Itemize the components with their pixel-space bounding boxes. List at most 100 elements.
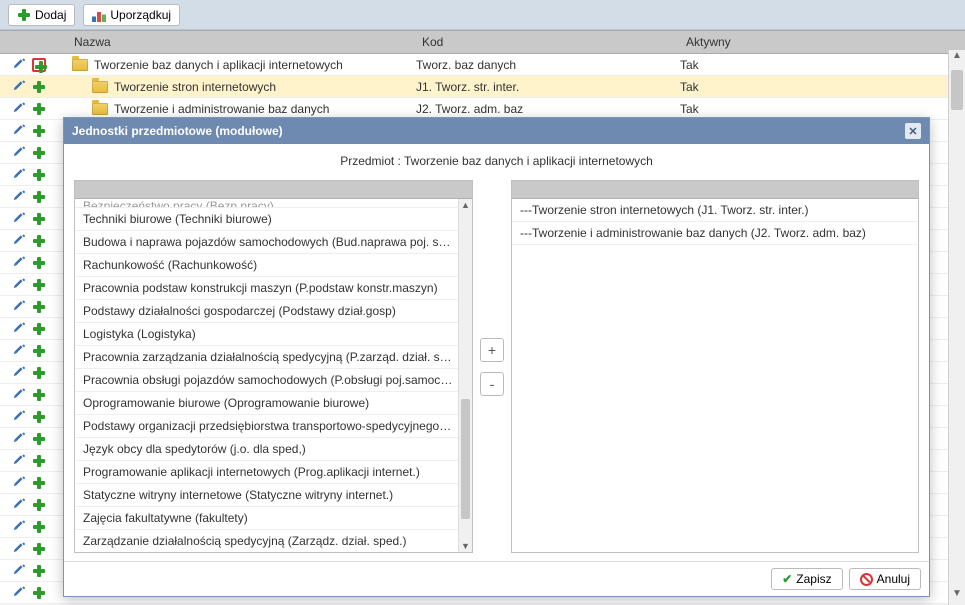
edit-icon[interactable] [12, 542, 26, 556]
edit-icon[interactable] [12, 80, 26, 94]
selected-list-header [512, 181, 918, 199]
scroll-down-icon[interactable]: ▼ [949, 588, 965, 605]
scroll-up-icon[interactable]: ▲ [459, 200, 472, 210]
edit-icon[interactable] [12, 300, 26, 314]
add-icon[interactable] [32, 498, 46, 512]
list-item[interactable]: Pracownia podstaw konstrukcji maszyn (P.… [75, 277, 472, 300]
edit-icon[interactable] [12, 520, 26, 534]
add-icon[interactable] [32, 410, 46, 424]
scroll-down-icon[interactable]: ▼ [459, 541, 472, 551]
add-icon[interactable] [32, 322, 46, 336]
edit-icon[interactable] [12, 234, 26, 248]
list-item[interactable]: Rachunkowość (Rachunkowość) [75, 254, 472, 277]
add-icon[interactable] [32, 520, 46, 534]
scroll-thumb[interactable] [461, 399, 470, 519]
cell-active: Tak [680, 80, 965, 94]
edit-icon[interactable] [12, 344, 26, 358]
list-item[interactable]: ---Tworzenie i administrowanie baz danyc… [512, 222, 918, 245]
edit-icon[interactable] [12, 168, 26, 182]
edit-icon[interactable] [12, 454, 26, 468]
add-icon[interactable] [32, 146, 46, 160]
modal-titlebar[interactable]: Jednostki przedmiotowe (modułowe) ✕ [64, 118, 929, 144]
modal-body: Bezpieczeństwo pracy (Bezp.pracy)Technik… [64, 180, 929, 561]
col-code[interactable]: Kod [416, 31, 680, 53]
list-item[interactable]: Budowa i naprawa pojazdów samochodowych … [75, 231, 472, 254]
list-item[interactable]: Oprogramowanie biurowe (Oprogramowanie b… [75, 392, 472, 415]
cell-active: Tak [680, 58, 965, 72]
row-name-text: Tworzenie stron internetowych [114, 80, 276, 94]
table-row[interactable]: Tworzenie baz danych i aplikacji interne… [0, 54, 965, 76]
add-icon[interactable] [32, 432, 46, 446]
add-icon[interactable] [32, 234, 46, 248]
edit-icon[interactable] [12, 146, 26, 160]
add-icon[interactable] [32, 564, 46, 578]
selected-items: ---Tworzenie stron internetowych (J1. Tw… [512, 199, 918, 552]
remove-item-button[interactable]: - [480, 372, 504, 396]
list-item[interactable]: Zarządzanie działalnością spedycyjną (Za… [75, 530, 472, 552]
add-icon[interactable] [32, 212, 46, 226]
save-button[interactable]: ✔ Zapisz [771, 568, 842, 590]
row-name-text: Tworzenie i administrowanie baz danych [114, 102, 329, 116]
add-icon[interactable] [32, 58, 46, 72]
edit-icon[interactable] [12, 564, 26, 578]
scroll-thumb[interactable] [951, 70, 963, 110]
list-item[interactable]: Język obcy dla spedytorów (j.o. dla sped… [75, 438, 472, 461]
edit-icon[interactable] [12, 212, 26, 226]
add-icon[interactable] [32, 102, 46, 116]
edit-icon[interactable] [12, 124, 26, 138]
edit-icon[interactable] [12, 278, 26, 292]
transfer-buttons: + - [473, 180, 511, 553]
main-scrollbar[interactable]: ▲ ▼ [948, 50, 965, 605]
folder-icon [72, 59, 88, 71]
edit-icon[interactable] [12, 586, 26, 600]
col-active[interactable]: Aktywny [680, 31, 965, 53]
edit-icon[interactable] [12, 102, 26, 116]
edit-icon[interactable] [12, 498, 26, 512]
add-icon[interactable] [32, 190, 46, 204]
modal-title-text: Jednostki przedmiotowe (modułowe) [72, 124, 283, 138]
edit-icon[interactable] [12, 58, 26, 72]
list-item[interactable]: Programowanie aplikacji internetowych (P… [75, 461, 472, 484]
scroll-up-icon[interactable]: ▲ [949, 50, 965, 67]
add-icon[interactable] [32, 300, 46, 314]
table-row[interactable]: Tworzenie stron internetowychJ1. Tworz. … [0, 76, 965, 98]
list-item[interactable]: Statyczne witryny internetowe (Statyczne… [75, 484, 472, 507]
edit-icon[interactable] [12, 256, 26, 270]
close-icon[interactable]: ✕ [905, 123, 921, 139]
list-item[interactable]: Pracownia zarządzania działalnością sped… [75, 346, 472, 369]
edit-icon[interactable] [12, 388, 26, 402]
left-scrollbar[interactable]: ▲ ▼ [458, 199, 472, 552]
add-icon[interactable] [32, 278, 46, 292]
list-item[interactable]: Podstawy organizacji przedsiębiorstwa tr… [75, 415, 472, 438]
edit-icon[interactable] [12, 476, 26, 490]
add-icon[interactable] [32, 476, 46, 490]
col-name[interactable]: Nazwa [68, 31, 416, 53]
add-icon[interactable] [32, 388, 46, 402]
add-icon[interactable] [32, 168, 46, 182]
add-icon[interactable] [32, 124, 46, 138]
list-item[interactable]: Podstawy działalności gospodarczej (Pods… [75, 300, 472, 323]
add-icon[interactable] [32, 366, 46, 380]
list-item[interactable]: Zajęcia fakultatywne (fakultety) [75, 507, 472, 530]
add-icon[interactable] [32, 586, 46, 600]
add-icon[interactable] [32, 454, 46, 468]
edit-icon[interactable] [12, 410, 26, 424]
edit-icon[interactable] [12, 366, 26, 380]
add-icon[interactable] [32, 344, 46, 358]
list-item[interactable]: Pracownia obsługi pojazdów samochodowych… [75, 369, 472, 392]
list-item[interactable]: Bezpieczeństwo pracy (Bezp.pracy) [75, 199, 472, 208]
edit-icon[interactable] [12, 190, 26, 204]
add-icon[interactable] [32, 256, 46, 270]
cancel-button[interactable]: Anuluj [849, 568, 921, 590]
available-list-header [75, 181, 472, 199]
add-button[interactable]: Dodaj [8, 4, 75, 26]
add-icon[interactable] [32, 542, 46, 556]
add-item-button[interactable]: + [480, 338, 504, 362]
sort-button[interactable]: Uporządkuj [83, 4, 180, 26]
list-item[interactable]: Techniki biurowe (Techniki biurowe) [75, 208, 472, 231]
edit-icon[interactable] [12, 322, 26, 336]
list-item[interactable]: Logistyka (Logistyka) [75, 323, 472, 346]
add-icon[interactable] [32, 80, 46, 94]
list-item[interactable]: ---Tworzenie stron internetowych (J1. Tw… [512, 199, 918, 222]
edit-icon[interactable] [12, 432, 26, 446]
